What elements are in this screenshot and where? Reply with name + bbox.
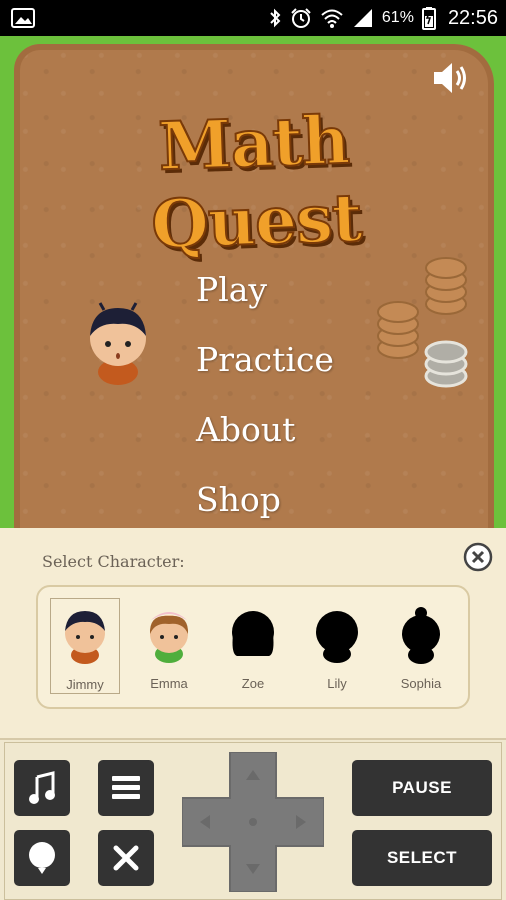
zoe-silhouette xyxy=(232,611,274,656)
menu-play[interactable]: Play xyxy=(196,268,334,311)
select-button[interactable]: SELECT xyxy=(352,830,492,886)
character-zoe[interactable]: Zoe xyxy=(218,598,288,694)
menu-practice[interactable]: Practice xyxy=(196,338,334,381)
balloon-icon xyxy=(29,842,55,874)
battery-icon xyxy=(421,7,436,30)
character-emma[interactable]: Emma xyxy=(134,598,204,694)
panel-title: Select Character: xyxy=(42,552,185,571)
lily-silhouette xyxy=(316,611,358,663)
character-name: Jimmy xyxy=(66,677,104,692)
character-name: Lily xyxy=(327,676,347,691)
character-name: Sophia xyxy=(400,676,442,691)
menu-shop[interactable]: Shop xyxy=(196,478,334,521)
image-notification-icon xyxy=(11,8,35,28)
emma-avatar xyxy=(149,612,189,663)
pause-button[interactable]: PAUSE xyxy=(352,760,492,816)
player-character xyxy=(90,302,146,385)
character-name: Emma xyxy=(150,676,188,691)
music-icon xyxy=(29,771,55,804)
music-button[interactable] xyxy=(14,760,70,816)
battery-percent: 61% xyxy=(381,9,414,26)
character-sophia[interactable]: Sophia xyxy=(386,598,456,694)
clock: 22:56 xyxy=(447,6,498,29)
close-icon xyxy=(113,845,139,871)
dpad[interactable] xyxy=(182,752,324,892)
status-bar: 61% 22:56 xyxy=(0,0,506,36)
speaker-icon[interactable] xyxy=(430,58,470,98)
character-jimmy[interactable]: Jimmy xyxy=(50,598,120,694)
jimmy-avatar xyxy=(65,611,105,664)
menu-about[interactable]: About xyxy=(196,408,334,451)
coin-stacks-icon xyxy=(377,257,468,388)
balloon-button[interactable] xyxy=(14,830,70,886)
menu-button[interactable] xyxy=(98,760,154,816)
character-name: Zoe xyxy=(241,676,265,691)
alarm-icon xyxy=(291,8,311,28)
wifi-icon xyxy=(321,9,343,28)
main-menu: Play Practice About Shop xyxy=(196,268,334,548)
close-icon[interactable] xyxy=(462,541,494,573)
character-lily[interactable]: Lily xyxy=(302,598,372,694)
game-title: Math Quest xyxy=(149,100,364,265)
sophia-silhouette xyxy=(402,607,440,664)
signal-icon xyxy=(353,9,372,27)
bluetooth-icon xyxy=(270,8,281,28)
cancel-button[interactable] xyxy=(98,830,154,886)
menu-icon xyxy=(112,776,140,799)
